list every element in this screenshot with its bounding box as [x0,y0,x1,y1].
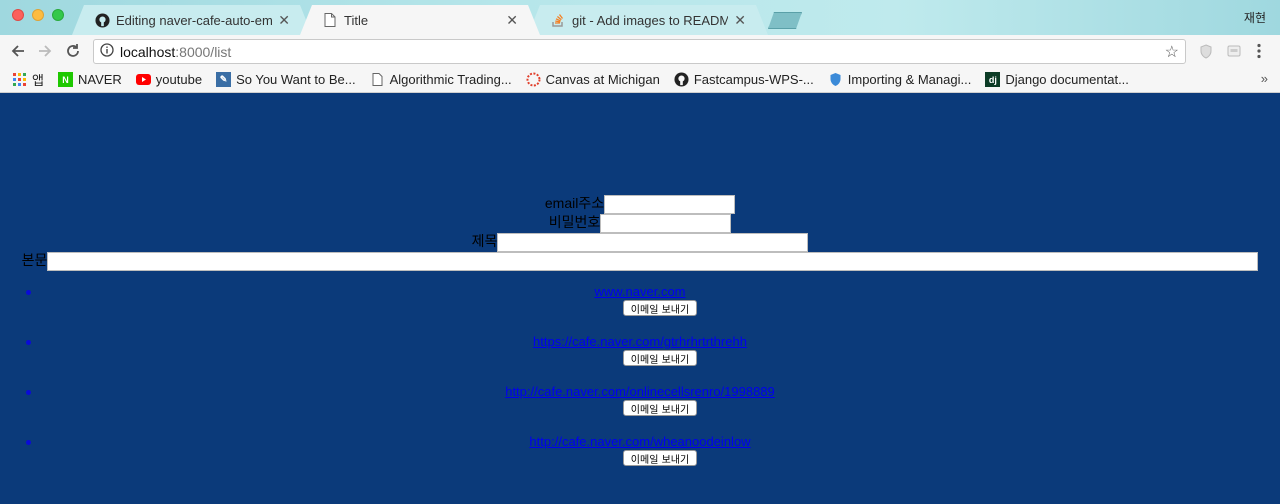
password-label: 비밀번호 [548,214,601,230]
list-item: https://cafe.naver.com/gtrhrhrtrthrehh 이… [0,334,1280,379]
bookmark-fastcampus[interactable]: Fastcampus-WPS-... [674,72,814,87]
tab-editing-readme[interactable]: Editing naver-cafe-auto-email ✕ [72,5,312,35]
bookmark-apps[interactable]: 앱 [12,70,44,89]
bookmark-label: Django documentat... [1005,72,1129,87]
bookmark-youtube[interactable]: youtube [135,72,203,87]
github-icon [674,72,689,87]
reload-icon[interactable] [62,40,84,62]
list-item: http://cafe.naver.com/onlinecellsrenro/1… [0,384,1280,429]
email-label: email주소 [544,195,605,211]
tab-title: Editing naver-cafe-auto-email [116,12,273,28]
bookmark-canvas[interactable]: Canvas at Michigan [526,72,660,87]
bookmark-django[interactable]: dj Django documentat... [985,72,1129,87]
body-label: 본문 [21,252,48,268]
canvas-icon [526,72,541,87]
url-path: :8000/list [175,43,232,60]
info-icon[interactable] [100,43,114,60]
new-tab-button[interactable] [768,12,802,29]
github-icon [94,12,110,28]
cafe-link[interactable]: http://cafe.naver.com/wheanoodeinlow [0,434,1280,449]
menu-kebab-icon[interactable] [1256,43,1272,59]
tab-title-active[interactable]: Title ✕ [300,5,540,35]
tab-title: git - Add images to README.m [572,12,729,28]
bookmark-label: So You Want to Be... [236,72,356,87]
profile-name[interactable]: 재현 [1244,9,1266,26]
extension-shield-icon[interactable] [1199,44,1215,59]
tab-close-icon[interactable]: ✕ [506,12,518,29]
tab-close-icon[interactable]: ✕ [734,12,746,29]
bookmark-star-icon[interactable]: ☆ [1165,42,1179,62]
cafe-link[interactable]: http://cafe.naver.com/onlinecellsrenro/1… [0,384,1280,399]
bookmark-naver[interactable]: N NAVER [57,72,122,87]
bookmark-label: Importing & Managi... [847,72,972,87]
bookmarks-overflow-icon[interactable]: » [1261,71,1268,86]
bookmark-so-you-want[interactable]: ✎ So You Want to Be... [216,72,356,87]
bookmark-label: Fastcampus-WPS-... [693,72,814,87]
email-field[interactable] [604,194,736,214]
subject-field[interactable] [497,232,809,252]
tab-git-readme[interactable]: git - Add images to README.m ✕ [528,5,768,35]
bookmark-label: Canvas at Michigan [545,72,660,87]
password-row: 비밀번호 [0,212,1280,233]
window-minimize-button[interactable] [32,9,44,21]
apps-grid-icon [12,72,27,87]
bookmarks-bar: 앱 N NAVER youtube ✎ So You Want to Be...… [0,67,1280,93]
bookmark-label: Algorithmic Trading... [389,72,512,87]
page-content: email주소 비밀번호 제목 본문 www.naver.com 이메일 보내기… [0,93,1280,504]
shield-icon [828,72,843,87]
list-item: www.naver.com 이메일 보내기 [0,284,1280,329]
body-field[interactable] [47,251,1259,271]
document-icon [322,12,338,28]
send-email-button[interactable]: 이메일 보내기 [623,450,697,466]
list-item: http://cafe.naver.com/wheanoodeinlow 이메일… [0,434,1280,479]
cafe-link[interactable]: https://cafe.naver.com/gtrhrhrtrthrehh [0,334,1280,349]
document-icon [370,72,385,87]
extension-card-icon[interactable] [1227,44,1243,58]
body-row: 본문 [0,250,1280,271]
forward-arrow-icon[interactable] [34,40,56,62]
subject-row: 제목 [0,231,1280,252]
email-row: email주소 [0,193,1280,214]
stackoverflow-icon [550,12,566,28]
django-icon: dj [985,72,1001,87]
send-email-button[interactable]: 이메일 보내기 [623,350,697,366]
site-icon: ✎ [216,72,232,87]
naver-icon: N [57,72,73,87]
send-email-button[interactable]: 이메일 보내기 [623,300,697,316]
tab-title: Title [344,12,369,28]
address-bar[interactable]: localhost:8000/list ☆ [93,39,1186,64]
bookmark-algorithmic-trading[interactable]: Algorithmic Trading... [370,72,512,87]
bookmark-importing[interactable]: Importing & Managi... [828,72,972,87]
title-bar: Editing naver-cafe-auto-email ✕ Title ✕ … [0,0,1280,35]
password-field[interactable] [600,213,732,233]
tab-close-icon[interactable]: ✕ [278,12,290,29]
send-email-button[interactable]: 이메일 보내기 [623,400,697,416]
youtube-icon [135,72,151,87]
window-maximize-button[interactable] [52,9,64,21]
window-close-button[interactable] [12,9,24,21]
bookmark-label: NAVER [77,72,122,87]
url-host: localhost [120,43,176,60]
cafe-link[interactable]: www.naver.com [0,284,1280,299]
back-arrow-icon[interactable] [7,40,29,62]
browser-toolbar: localhost:8000/list ☆ [0,35,1280,67]
bookmark-label: youtube [155,72,203,87]
bookmark-label: 앱 [32,73,44,88]
subject-label: 제목 [471,233,498,249]
